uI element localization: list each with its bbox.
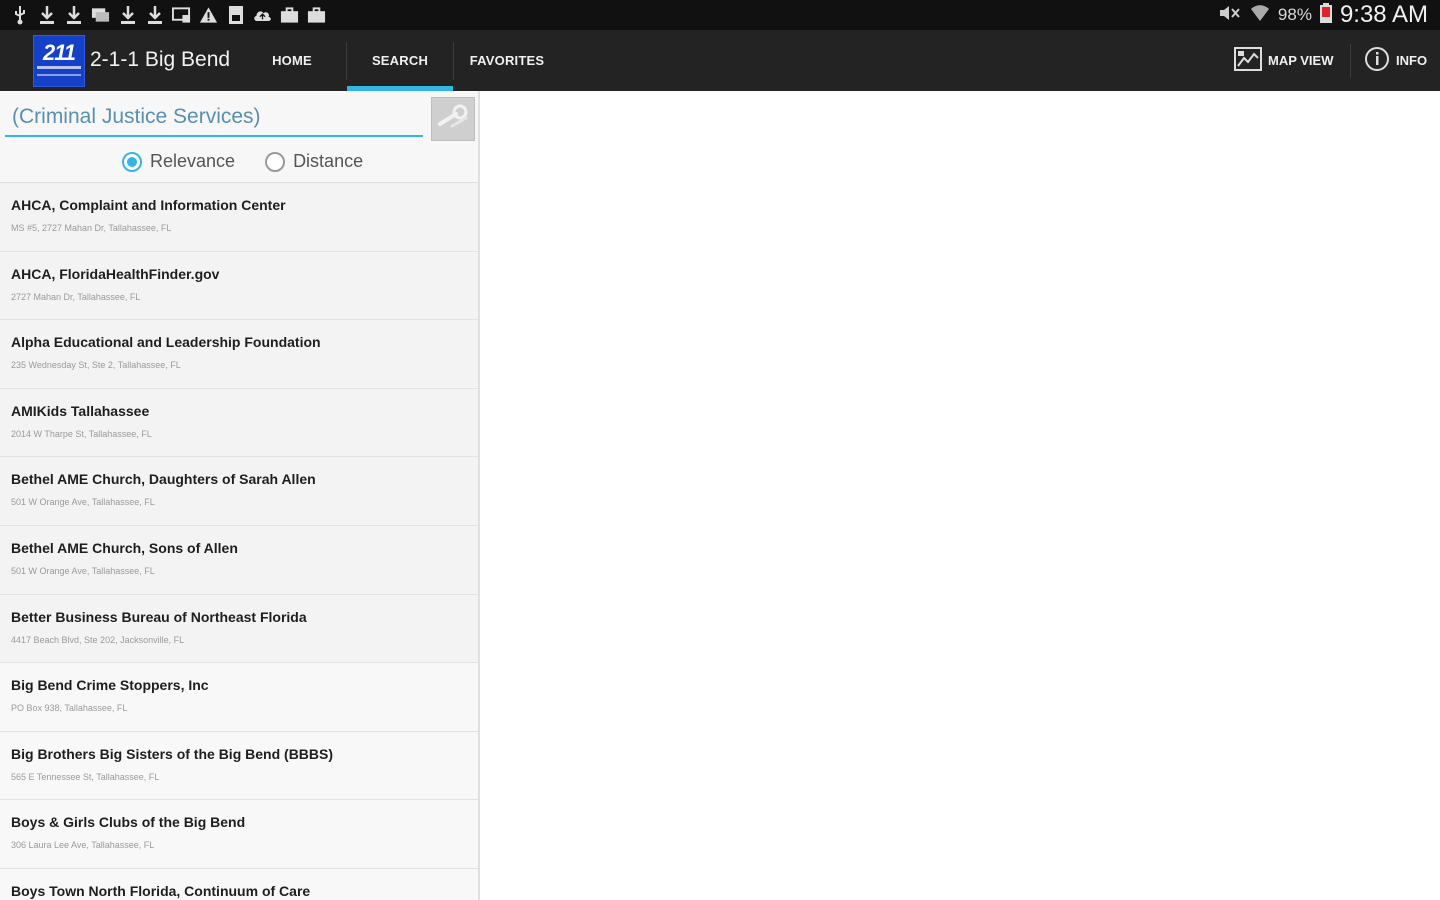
wrench-icon <box>436 104 470 135</box>
search-tools-button[interactable] <box>431 97 475 141</box>
wifi-icon <box>1250 3 1270 28</box>
result-name: Better Business Bureau of Northeast Flor… <box>11 608 307 625</box>
list-item[interactable]: AMIKids Tallahassee 2014 W Tharpe St, Ta… <box>0 388 478 458</box>
distance-radio[interactable] <box>265 151 286 172</box>
map-view-button[interactable]: MAP VIEW <box>1234 30 1334 91</box>
status-bar: 98% 9:38 AM <box>0 0 1440 30</box>
briefcase-icon <box>280 5 299 25</box>
map-icon <box>1234 46 1262 75</box>
app-title: 2-1-1 Big Bend <box>90 48 231 71</box>
screen-cast-icon <box>172 5 191 25</box>
results-list: AHCA, Complaint and Information Center M… <box>0 183 478 900</box>
detail-panel <box>482 91 1440 900</box>
notification-icons <box>10 3 326 27</box>
sim-icon <box>226 5 245 25</box>
battery-icon <box>1319 2 1332 28</box>
action-bar: 211 2-1-1 Big Bend HOME SEARCH FAVORITES… <box>0 30 1440 91</box>
info-label: INFO <box>1396 53 1428 68</box>
result-address: MS #5, 2727 Mahan Dr, Tallahassee, FL <box>11 223 172 233</box>
result-address: 2014 W Tharpe St, Tallahassee, FL <box>11 428 152 439</box>
result-name: Big Bend Crime Stoppers, Inc <box>11 677 209 694</box>
result-address: 235 Wednesday St, Ste 2, Tallahassee, FL <box>11 360 181 371</box>
result-address: PO Box 938, Tallahassee, FL <box>11 703 128 714</box>
info-icon <box>1364 46 1390 75</box>
result-address: 501 W Orange Ave, Tallahassee, FL <box>11 497 155 508</box>
result-name: Bethel AME Church, Daughters of Sarah Al… <box>11 471 316 488</box>
list-item[interactable]: Boys & Girls Clubs of the Big Bend 306 L… <box>0 800 478 869</box>
relevance-label: Relevance <box>150 151 236 171</box>
result-name: Boys Town North Florida, Continuum of Ca… <box>11 882 311 899</box>
logo-stripe <box>37 66 81 69</box>
tab-favorites[interactable]: FAVORITES <box>453 30 561 91</box>
tab-search[interactable]: SEARCH <box>347 30 453 91</box>
relevance-radio[interactable] <box>122 151 142 172</box>
info-button[interactable]: INFO <box>1364 30 1427 91</box>
result-address: 4417 Beach Blvd, Ste 202, Jacksonville, … <box>11 634 185 645</box>
result-name: Bethel AME Church, Sons of Allen <box>11 539 238 556</box>
result-name: Alpha Educational and Leadership Foundat… <box>11 334 321 351</box>
sort-distance[interactable]: Distance <box>265 151 363 172</box>
download-icon <box>118 5 137 25</box>
list-item[interactable]: AHCA, Complaint and Information Center M… <box>0 183 478 252</box>
result-address: 501 W Orange Ave, Tallahassee, FL <box>11 565 155 576</box>
battery-percent: 98% <box>1277 5 1312 24</box>
list-item[interactable]: AHCA, FloridaHealthFinder.gov 2727 Mahan… <box>0 251 478 321</box>
result-address: 306 Laura Lee Ave, Tallahassee, FL <box>11 840 155 851</box>
action-divider <box>1350 44 1351 78</box>
map-view-label: MAP VIEW <box>1268 53 1334 68</box>
clock: 9:38 AM <box>1339 1 1428 28</box>
list-item[interactable]: Big Brothers Big Sisters of the Big Bend… <box>0 731 478 801</box>
list-item[interactable]: Bethel AME Church, Sons of Allen 501 W O… <box>0 525 478 595</box>
briefcase-icon <box>307 5 326 25</box>
sort-relevance[interactable]: Relevance <box>122 151 235 172</box>
search-panel: Relevance Distance AHCA, Complaint and I… <box>0 91 480 900</box>
distance-label: Distance <box>293 151 364 171</box>
list-item[interactable]: Alpha Educational and Leadership Foundat… <box>0 320 478 389</box>
search-header: Relevance Distance <box>0 91 478 183</box>
list-item[interactable]: Boys Town North Florida, Continuum of Ca… <box>0 868 478 900</box>
tab-home[interactable]: HOME <box>253 30 331 91</box>
download-icon <box>64 5 83 25</box>
result-name: Boys & Girls Clubs of the Big Bend <box>11 814 246 831</box>
list-item[interactable]: Better Business Bureau of Northeast Flor… <box>0 594 478 664</box>
system-status: 98% 9:38 AM <box>1218 1 1428 28</box>
download-icon <box>37 5 56 25</box>
download-icon <box>145 5 164 25</box>
list-item[interactable]: Big Bend Crime Stoppers, Inc PO Box 938,… <box>0 663 478 732</box>
result-address: 2727 Mahan Dr, Tallahassee, FL <box>11 291 141 302</box>
messages-icon <box>91 5 110 25</box>
result-name: AHCA, FloridaHealthFinder.gov <box>11 265 220 282</box>
warning-icon <box>199 5 218 25</box>
sort-options: Relevance Distance <box>122 151 363 172</box>
usb-icon <box>10 5 29 25</box>
result-address: 565 E Tennessee St, Tallahassee, FL <box>11 771 160 782</box>
app-logo[interactable]: 211 <box>33 35 85 87</box>
cloud-upload-icon <box>253 5 272 25</box>
result-name: AHCA, Complaint and Information Center <box>11 197 286 213</box>
search-input[interactable] <box>5 99 423 137</box>
result-name: Big Brothers Big Sisters of the Big Bend… <box>11 745 334 762</box>
mute-icon <box>1218 4 1242 27</box>
list-item[interactable]: Bethel AME Church, Daughters of Sarah Al… <box>0 457 478 526</box>
result-name: AMIKids Tallahassee <box>11 402 150 419</box>
logo-text: 211 <box>42 40 76 65</box>
logo-stripe <box>37 74 81 76</box>
